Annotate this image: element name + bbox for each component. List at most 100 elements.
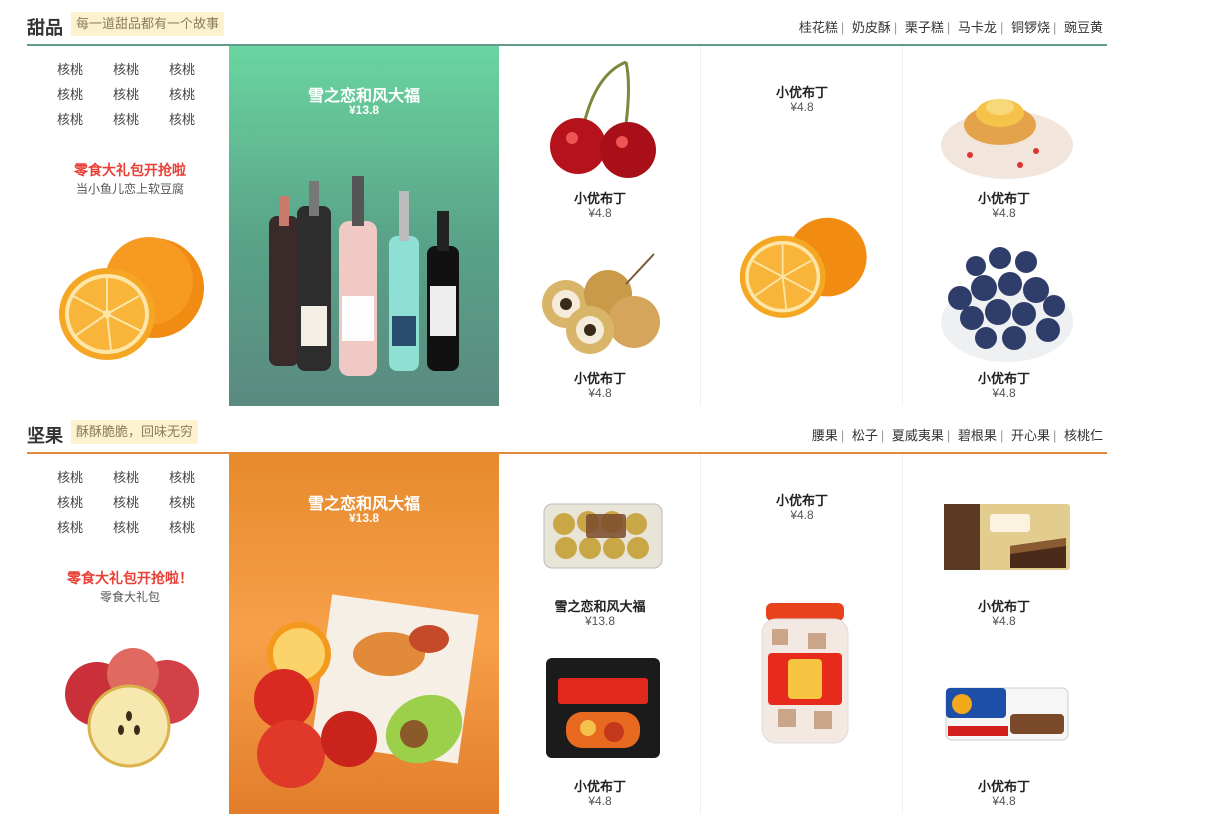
product-name: 小优布丁 [775,493,828,508]
keyword-link[interactable]: 核桃 [42,85,98,105]
keyword-grid: 核桃 核桃 核桃 核桃 核桃 核桃 核桃 核桃 核桃 [42,468,212,538]
product-card[interactable]: 小优布丁 ¥4.8 [903,634,1105,814]
keyword-link[interactable]: 核桃 [154,493,210,513]
cherry-image [550,60,656,178]
left-column: 核桃 核桃 核桃 核桃 核桃 核桃 核桃 核桃 核桃 零食大礼包开抢啦 当小鱼儿… [27,46,229,406]
keyword-link[interactable]: 核桃 [154,110,210,130]
section-title: 甜品 [27,18,63,38]
keyword-link[interactable]: 核桃 [42,110,98,130]
keyword-link[interactable]: 核桃 [154,468,210,488]
chocolate-box-image [543,503,663,569]
banner-price: ¥13.8 [348,511,380,525]
product-card[interactable]: 小优布丁 ¥4.8 [903,226,1105,406]
tag-link[interactable]: 栗子糕 [905,20,944,35]
category-tags: 腰果 | 松子 | 夏威夷果 | 碧根果 | 开心果 | 核桃仁 [812,425,1103,444]
product-card[interactable]: 雪之恋和风大福 ¥13.8 [499,454,701,634]
keyword-link[interactable]: 核桃 [98,518,154,538]
keyword-link[interactable]: 核桃 [98,110,154,130]
tag-link[interactable]: 开心果 [1011,428,1050,443]
product-price: ¥13.8 [584,614,616,628]
product-column: 小优布丁 ¥4.8 [701,46,903,406]
product-grid: 雪之恋和风大福 ¥13.8 小优布丁 ¥4.8 小优布丁 ¥4.8 小优布丁 ¥… [499,454,1107,814]
product-column: 小优布丁 ¥4.8 小优布丁 ¥4.8 [903,454,1105,814]
tag-link[interactable]: 夏威夷果 [892,428,944,443]
product-price: ¥4.8 [992,206,1016,220]
dessert-section: 甜品 每一道甜品都有一个故事 桂花糕 | 奶皮酥 | 栗子糕 | 马卡龙 | 铜锣烧 | … [27,10,1107,406]
product-card[interactable]: 小优布丁 ¥4.8 [499,634,701,814]
keyword-link[interactable]: 核桃 [98,60,154,80]
promo-subtitle: 当小鱼儿恋上软豆腐 [75,182,184,196]
section-body: 核桃 核桃 核桃 核桃 核桃 核桃 核桃 核桃 核桃 零食大礼包开抢啦！ 零食大… [27,454,1107,814]
product-name: 雪之恋和风大福 [554,599,646,614]
product-card[interactable]: 小优布丁 ¥4.8 [903,46,1105,226]
keyword-link[interactable]: 核桃 [98,85,154,105]
tag-separator: | [880,428,885,443]
orange-image [739,217,867,318]
product-grid: 小优布丁 ¥4.8 小优布丁 ¥4.8 小优布丁 ¥4.8 小优布丁 ¥4.8 … [499,46,1107,406]
tag-link[interactable]: 豌豆黄 [1064,20,1103,35]
keyword-link[interactable]: 核桃 [42,493,98,513]
keyword-link[interactable]: 核桃 [154,85,210,105]
banner-card[interactable]: 雪之恋和风大福 ¥13.8 [229,454,499,814]
nuts-section: 坚果 酥酥脆脆，回味无穷 腰果 | 松子 | 夏威夷果 | 碧根果 | 开心果 | 核桃仁… [27,418,1107,814]
product-name: 小优布丁 [573,779,626,794]
product-card[interactable]: 小优布丁 ¥4.8 [903,454,1105,634]
product-name: 小优布丁 [775,85,828,100]
product-price: ¥4.8 [790,100,814,114]
apple-image[interactable] [49,634,217,784]
category-tags: 桂花糕 | 奶皮酥 | 栗子糕 | 马卡龙 | 铜锣烧 | 豌豆黄 [799,17,1103,36]
product-name: 小优布丁 [977,191,1030,206]
promo-title[interactable]: 零食大礼包开抢啦 [27,160,233,180]
keyword-link[interactable]: 核桃 [42,518,98,538]
keyword-link[interactable]: 核桃 [42,60,98,80]
tag-link[interactable]: 奶皮酥 [852,20,891,35]
keyword-link[interactable]: 核桃 [98,468,154,488]
section-slogan: 每一道甜品都有一个故事 [71,12,225,36]
product-name: 小优布丁 [977,599,1030,614]
product-card[interactable]: 小优布丁 ¥4.8 [499,46,701,226]
product-card[interactable]: 小优布丁 ¥4.8 [499,226,701,406]
tag-link[interactable]: 松子 [852,428,878,443]
orange-image[interactable] [49,226,217,376]
tag-separator: | [946,428,951,443]
pancake-image [941,99,1073,179]
promo-subtitle: 零食大礼包 [99,590,160,604]
product-name: 小优布丁 [977,779,1030,794]
kinder-bueno-image [945,687,1069,741]
longan-image [542,253,660,354]
tag-link[interactable]: 马卡龙 [958,20,997,35]
tag-link[interactable]: 铜锣烧 [1011,20,1050,35]
keyword-link[interactable]: 核桃 [98,493,154,513]
product-card[interactable]: 小优布丁 ¥4.8 [701,46,903,406]
promo-title[interactable]: 零食大礼包开抢啦！ [27,568,233,588]
banner-price: ¥13.8 [348,103,380,117]
tag-link[interactable]: 腰果 [812,428,838,443]
section-header: 甜品 每一道甜品都有一个故事 桂花糕 | 奶皮酥 | 栗子糕 | 马卡龙 | 铜锣烧 | … [27,10,1107,46]
product-price: ¥4.8 [588,794,612,808]
product-price: ¥4.8 [588,206,612,220]
tag-separator: | [1052,428,1057,443]
product-card[interactable]: 小优布丁 ¥4.8 [701,454,903,814]
keyword-link[interactable]: 核桃 [42,468,98,488]
section-body: 核桃 核桃 核桃 核桃 核桃 核桃 核桃 核桃 核桃 零食大礼包开抢啦 当小鱼儿… [27,46,1107,406]
product-column: 小优布丁 ¥4.8 小优布丁 ¥4.8 [499,46,701,406]
product-price: ¥4.8 [588,386,612,400]
product-name: 小优布丁 [573,191,626,206]
blueberry-image [941,247,1073,362]
tag-separator: | [1052,20,1057,35]
keyword-link[interactable]: 核桃 [154,60,210,80]
banner-card[interactable]: 雪之恋和风大福 ¥13.8 [229,46,499,406]
tag-separator: | [999,20,1004,35]
tag-link[interactable]: 核桃仁 [1064,428,1103,443]
fudo-cake-image [944,504,1070,570]
tag-link[interactable]: 桂花糕 [799,20,838,35]
keyword-grid: 核桃 核桃 核桃 核桃 核桃 核桃 核桃 核桃 核桃 [42,60,212,130]
product-price: ¥4.8 [992,614,1016,628]
tag-separator: | [946,20,951,35]
product-column: 雪之恋和风大福 ¥13.8 小优布丁 ¥4.8 [499,454,701,814]
product-price: ¥4.8 [790,508,814,522]
keyword-link[interactable]: 核桃 [154,518,210,538]
section-slogan: 酥酥脆脆，回味无穷 [71,420,199,444]
product-price: ¥4.8 [992,794,1016,808]
tag-link[interactable]: 碧根果 [958,428,997,443]
